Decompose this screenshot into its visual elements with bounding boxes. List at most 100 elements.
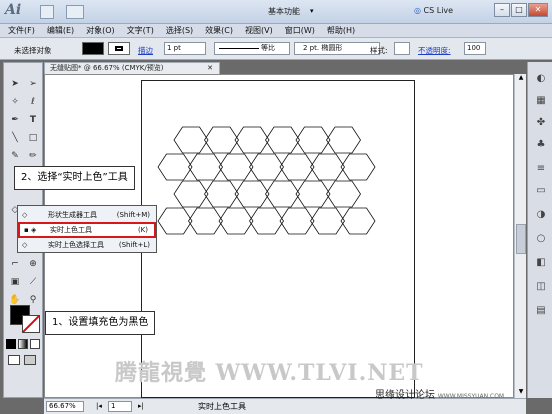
artboard-number-field[interactable]: 1 (108, 401, 132, 412)
workspace-switcher[interactable]: 基本功能 (268, 6, 300, 17)
hexagon-cell[interactable] (249, 207, 284, 235)
style-select[interactable] (394, 42, 410, 55)
graphic-styles-panel-icon[interactable]: ◧ (534, 256, 548, 270)
brush-definition-select[interactable]: 2 pt. 椭圆形 (294, 42, 380, 55)
hexagon-cell[interactable] (204, 180, 239, 208)
drawing-mode-button[interactable] (8, 355, 20, 365)
slice-tool-icon[interactable]: ⟋ (25, 275, 41, 289)
menu-item[interactable]: 效果(C) (205, 25, 233, 36)
stroke-weight-field[interactable]: 1 pt (164, 42, 206, 55)
transparency-panel-icon[interactable]: ◑ (534, 208, 548, 222)
fill-swatch[interactable] (82, 42, 104, 55)
paintbrush-tool-icon[interactable]: ✎ (7, 149, 23, 163)
hexagon-cell[interactable] (157, 153, 193, 181)
selection-tool-icon[interactable]: ➤ (7, 77, 23, 91)
close-tab-icon[interactable]: ✕ (207, 63, 213, 74)
hexagon-cell[interactable] (279, 153, 315, 181)
chevron-down-icon[interactable]: ▾ (310, 5, 320, 19)
vertical-scrollbar[interactable]: ▲ ▼ (514, 74, 526, 398)
none-mode-button[interactable] (30, 339, 40, 349)
direct-selection-tool-icon[interactable]: ➢ (25, 77, 41, 91)
hexagon-cell[interactable] (265, 180, 300, 208)
pen-tool-icon[interactable]: ✒ (7, 113, 23, 127)
flyout-item[interactable]: ◇ 形状生成器工具 (Shift+M) (18, 208, 156, 222)
opacity-field[interactable]: 100 (464, 42, 486, 55)
menu-item[interactable]: 窗口(W) (285, 25, 315, 36)
scroll-down-icon[interactable]: ▼ (516, 388, 526, 398)
stroke-color-box[interactable] (22, 315, 40, 333)
scroll-up-icon[interactable]: ▲ (516, 74, 526, 84)
color-mode-button[interactable] (6, 339, 16, 349)
callout-step1: 1、设置填充色为黑色 (45, 311, 156, 335)
stroke-label-link[interactable]: 描边 (138, 45, 153, 56)
hexagon-cell[interactable] (173, 126, 209, 154)
zoom-field[interactable]: 66.67% (46, 401, 84, 412)
swatches-panel-icon[interactable]: ▦ (534, 94, 548, 108)
lasso-tool-icon[interactable]: ℓ (25, 95, 41, 109)
hexagon-cell[interactable] (326, 126, 361, 154)
hexagon-cell[interactable] (310, 153, 345, 181)
brushes-panel-icon[interactable]: ✤ (534, 116, 548, 130)
hexagon-cell[interactable] (279, 207, 315, 235)
maximize-button[interactable]: □ (511, 3, 527, 17)
appearance-panel-icon[interactable]: ○ (534, 232, 548, 246)
pencil-tool-icon[interactable]: ✏ (25, 149, 41, 163)
last-artboard-icon[interactable]: ▸| (138, 402, 144, 410)
stroke-panel-icon[interactable]: ≡ (534, 162, 548, 176)
screen-mode-button[interactable] (24, 355, 36, 365)
hexagon-cell[interactable] (234, 180, 270, 208)
stroke-profile-select[interactable]: 等比 (214, 42, 290, 55)
menu-item[interactable]: 视图(V) (245, 25, 273, 36)
arrange-documents-button[interactable] (66, 5, 84, 19)
menu-item[interactable]: 文件(F) (8, 25, 35, 36)
hexagon-cell[interactable] (234, 126, 270, 154)
hexagon-cell[interactable] (326, 180, 361, 208)
gradient-mode-button[interactable] (18, 339, 28, 349)
color-panel-icon[interactable]: ◐ (534, 72, 548, 86)
hexagon-cell[interactable] (188, 207, 223, 235)
hexagon-cell[interactable] (340, 207, 376, 235)
hexagon-cell[interactable] (249, 153, 284, 181)
scroll-thumb[interactable] (516, 224, 526, 254)
hexagon-cell[interactable] (204, 126, 239, 154)
menu-item[interactable]: 编辑(E) (47, 25, 74, 36)
hexagon-cell[interactable] (157, 207, 193, 235)
menu-item[interactable]: 选择(S) (166, 25, 193, 36)
flyout-item[interactable]: ▪ ◈ 实时上色工具 (K) (18, 222, 156, 238)
type-tool-icon[interactable]: T (25, 113, 41, 127)
eyedropper-tool-icon[interactable]: ⌐ (7, 257, 23, 271)
close-button[interactable]: ✕ (528, 3, 548, 17)
menu-item[interactable]: 文字(T) (127, 25, 154, 36)
blend-tool-icon[interactable]: ⊕ (25, 257, 41, 271)
hexagon-cell[interactable] (218, 153, 254, 181)
hexagon-cell[interactable] (310, 207, 345, 235)
symbols-panel-icon[interactable]: ♣ (534, 138, 548, 152)
layers-panel-icon[interactable]: ◫ (534, 280, 548, 294)
menu-item[interactable]: 帮助(H) (327, 25, 355, 36)
hexagon-cell[interactable] (218, 207, 254, 235)
flyout-item-shortcut: (Shift+M) (116, 211, 150, 219)
hexagon-cell[interactable] (295, 180, 331, 208)
hexagon-cell[interactable] (265, 126, 300, 154)
stroke-swatch[interactable] (108, 42, 130, 55)
opacity-label-link[interactable]: 不透明度: (418, 45, 451, 56)
first-artboard-icon[interactable]: |◂ (96, 402, 102, 410)
hexagon-cell[interactable] (188, 153, 223, 181)
hexagon-pattern[interactable] (142, 81, 416, 399)
cs-live-button[interactable]: ◎ CS Live (414, 6, 453, 15)
artboard-tool-icon[interactable]: ▣ (7, 275, 23, 289)
hexagon-cell[interactable] (173, 180, 209, 208)
line-tool-icon[interactable]: ╲ (7, 131, 23, 145)
hexagon-cell[interactable] (340, 153, 376, 181)
rectangle-tool-icon[interactable]: □ (25, 131, 41, 145)
menu-item[interactable]: 对象(O) (86, 25, 115, 36)
bridge-button[interactable] (40, 5, 54, 19)
artboard[interactable] (141, 80, 415, 398)
minimize-button[interactable]: – (494, 3, 510, 17)
flyout-item[interactable]: ◇ 实时上色选择工具 (Shift+L) (18, 238, 156, 252)
gradient-panel-icon[interactable]: ▭ (534, 184, 548, 198)
document-tab[interactable]: 无缝贴图* @ 66.67% (CMYK/预览) ✕ (44, 62, 220, 74)
magic-wand-tool-icon[interactable]: ✧ (7, 95, 23, 109)
hexagon-cell[interactable] (295, 126, 331, 154)
artboards-panel-icon[interactable]: ▤ (534, 304, 548, 318)
